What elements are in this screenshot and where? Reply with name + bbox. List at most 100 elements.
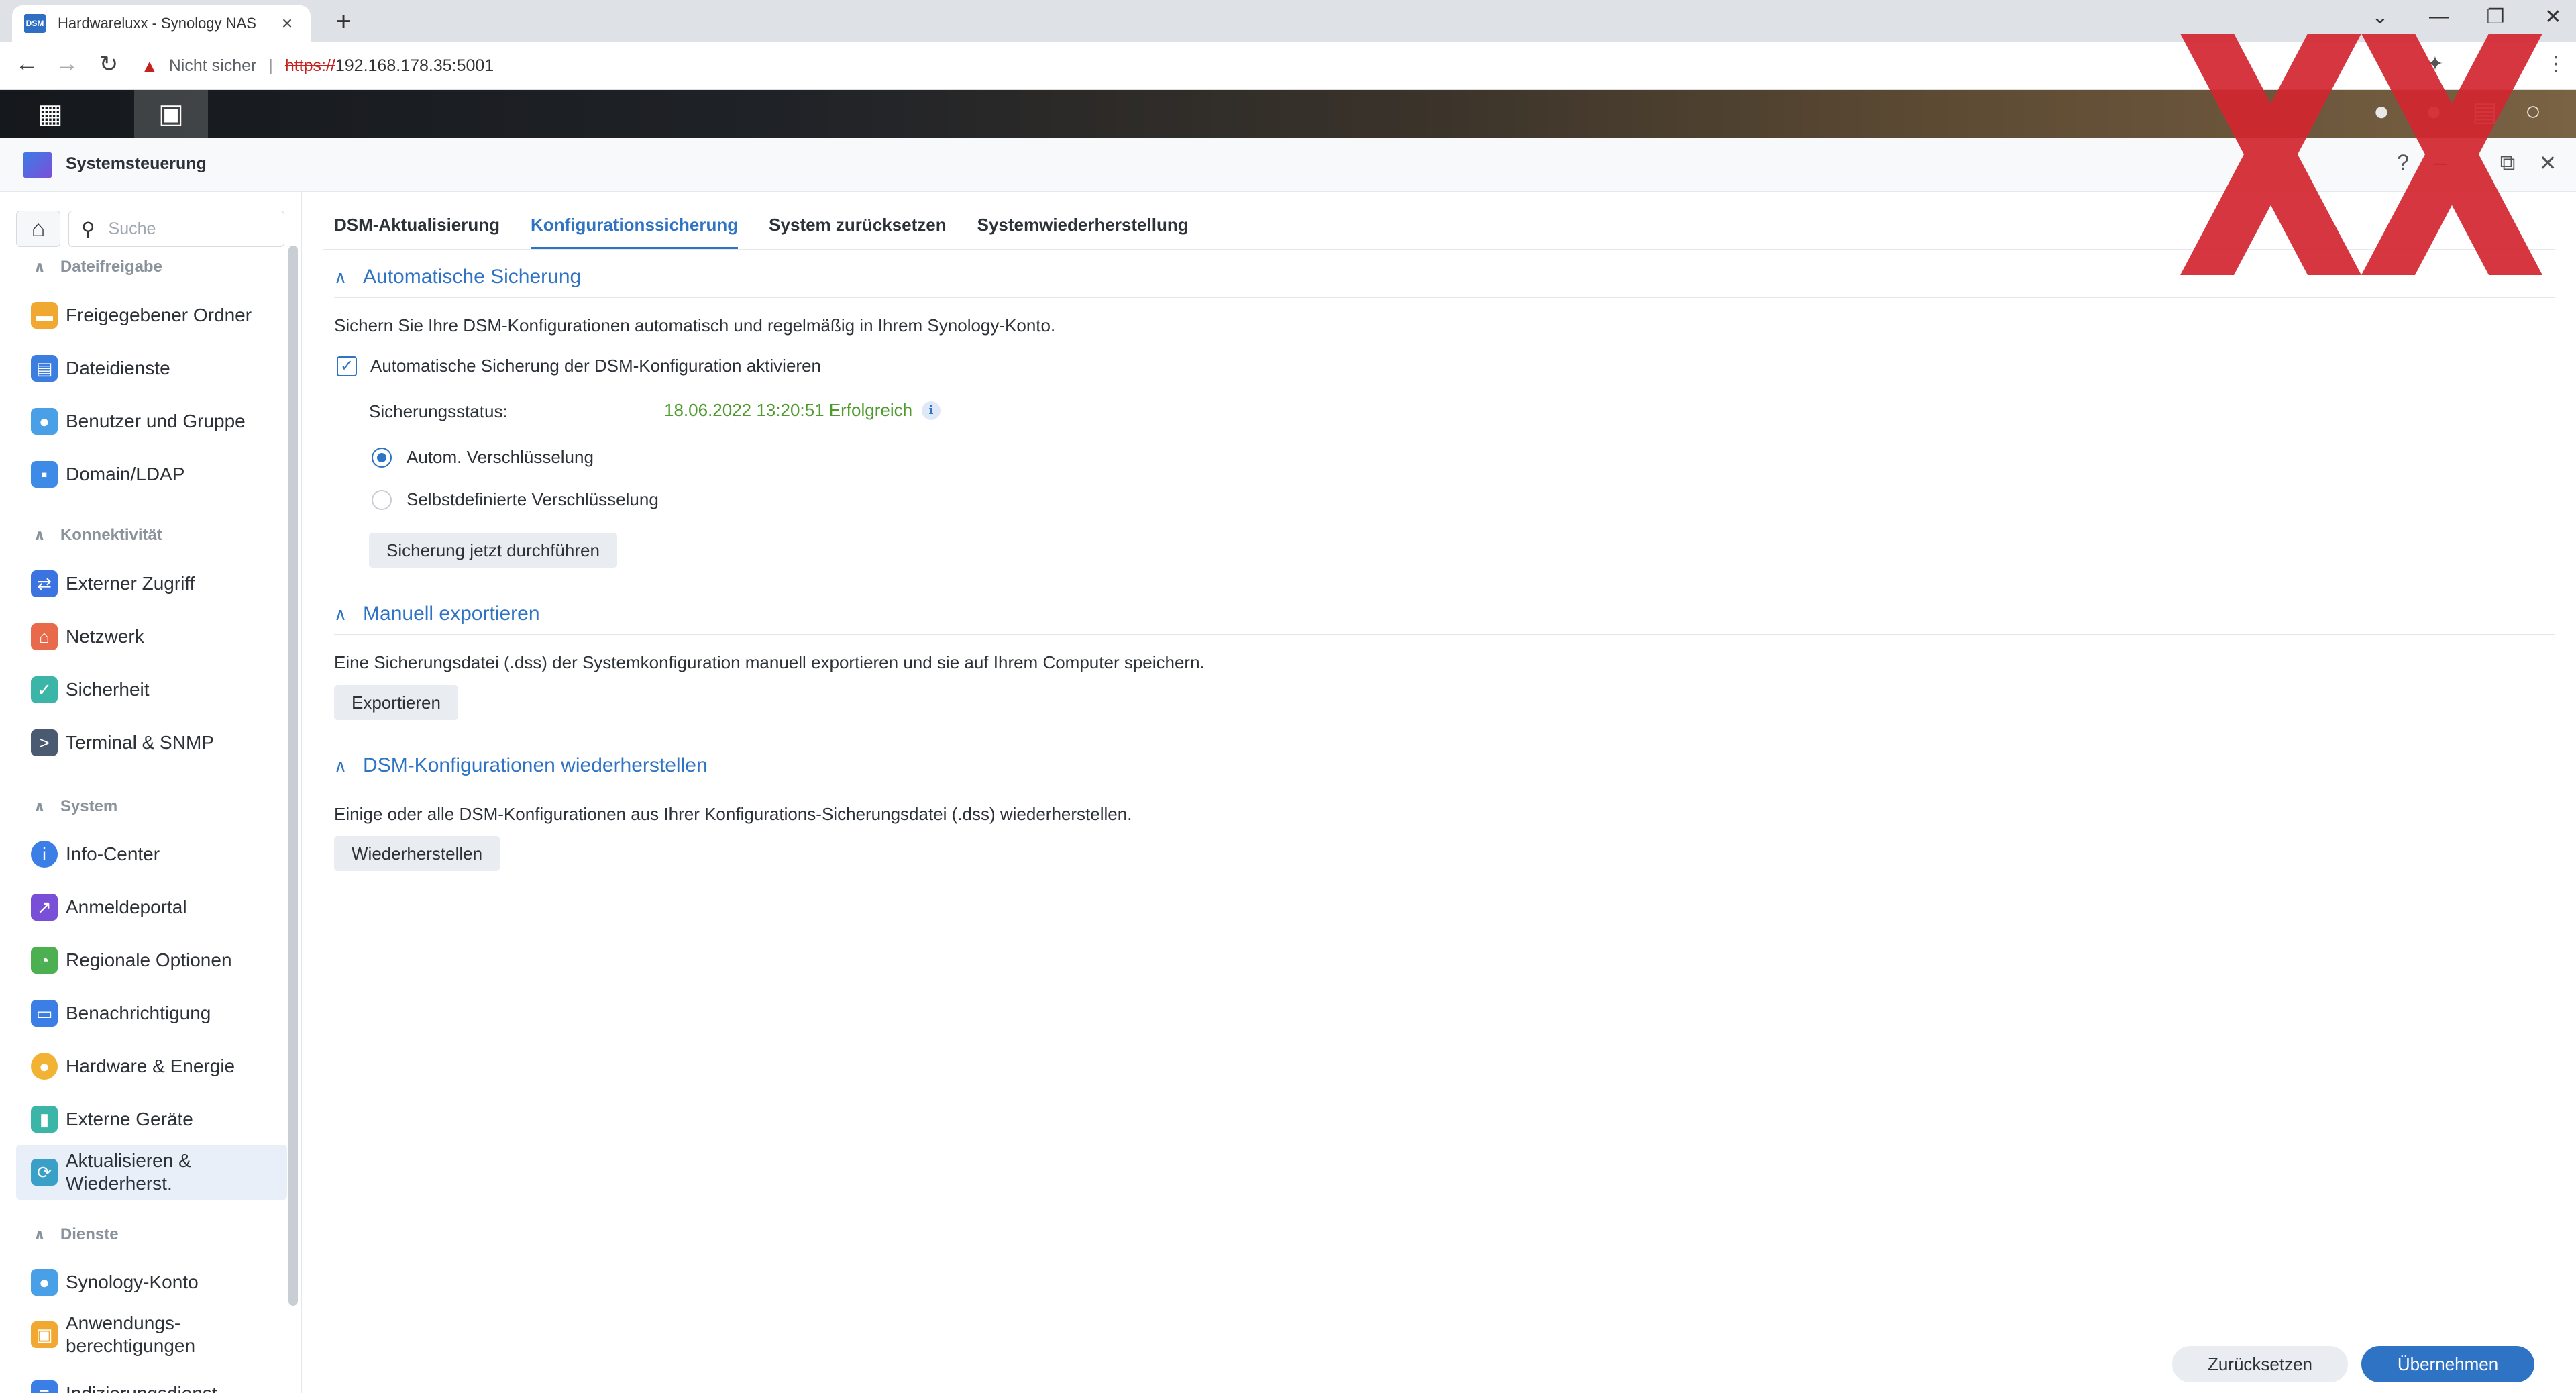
auto-backup-checkbox[interactable]: ✓ (337, 356, 357, 376)
chevron-up-icon: ∧ (34, 258, 46, 275)
section-title: Automatische Sicherung (363, 266, 582, 288)
shield-icon: ✓ (31, 676, 58, 703)
close-app-icon[interactable]: ✕ (2533, 150, 2563, 176)
sidebar-item-netzwerk[interactable]: ⌂ Netzwerk (16, 611, 287, 663)
restore-button[interactable]: Wiederherstellen (334, 836, 500, 871)
terminal-icon: > (31, 729, 58, 756)
sidebar-item-synology-konto[interactable]: ● Synology-Konto (16, 1256, 287, 1308)
tab-bar: DSM-Aktualisierung Konfigurationssicheru… (334, 209, 1220, 250)
sidebar-item-anmeldeportal[interactable]: ↗ Anmeldeportal (16, 881, 287, 933)
tab-konfigurationssicherung[interactable]: Konfigurationssicherung (531, 209, 739, 250)
minimize-window-icon[interactable]: – (2426, 150, 2455, 175)
url-field[interactable]: ▲ Nicht sicher | https:// 192.168.178.35… (141, 50, 2536, 82)
browser-tabstrip: DSM Hardwareluxx - Synology NAS × + ⌄ — … (0, 0, 2576, 42)
backup-status-label: Sicherungsstatus: (369, 401, 508, 421)
control-panel-taskbar-icon[interactable]: ▣ (134, 90, 208, 138)
radio-button-unchecked[interactable] (372, 489, 392, 510)
sidebar-item-info-center[interactable]: i Info-Center (16, 828, 287, 880)
export-button[interactable]: Exportieren (334, 685, 458, 720)
sidebar-item-externe-geraete[interactable]: ▮ Externe Geräte (16, 1093, 287, 1145)
sidebar-item-terminal[interactable]: > Terminal & SNMP (16, 717, 287, 769)
reset-button[interactable]: Zurücksetzen (2172, 1346, 2348, 1382)
browser-menu-icon[interactable]: ⋮ (2542, 52, 2569, 76)
home-icon[interactable]: ⌂ (16, 211, 60, 247)
chevron-up-icon: ∧ (34, 1226, 46, 1243)
chevron-up-icon: ∧ (334, 603, 347, 624)
widgets-icon[interactable]: ▤ (2465, 97, 2505, 127)
external-access-icon: ⇄ (31, 570, 58, 597)
chat-icon[interactable]: ● (2361, 97, 2402, 127)
backup-now-button[interactable]: Sicherung jetzt durchführen (369, 533, 617, 568)
new-tab-button[interactable]: + (330, 7, 357, 37)
sidebar-item-benutzer[interactable]: ● Benutzer und Gruppe (16, 395, 287, 448)
group-system[interactable]: ∧ System (34, 797, 117, 816)
address-bar: ← → ↻ ▲ Nicht sicher | https:// 192.168.… (0, 42, 2576, 90)
tab-system-zuruecksetzen[interactable]: System zurücksetzen (769, 209, 946, 250)
radio-auto-encryption[interactable]: Autom. Verschlüsselung (372, 447, 594, 468)
chevron-up-icon: ∧ (334, 755, 347, 776)
forward-icon[interactable]: → (52, 51, 82, 77)
section-restore-header[interactable]: ∧ DSM-Konfigurationen wiederherstellen (334, 754, 708, 777)
external-device-icon: ▮ (31, 1106, 58, 1133)
radio-custom-encryption[interactable]: Selbstdefinierte Verschlüsselung (372, 489, 659, 510)
close-window-icon[interactable]: ✕ (2540, 5, 2567, 29)
browser-tab[interactable]: DSM Hardwareluxx - Synology NAS × (12, 5, 311, 42)
restore-window-icon[interactable]: ❐ (2482, 5, 2509, 29)
back-icon[interactable]: ← (12, 51, 42, 77)
group-dienste[interactable]: ∧ Dienste (34, 1225, 119, 1244)
section-manual-export-header[interactable]: ∧ Manuell exportieren (334, 603, 540, 625)
tab-systemwiederherstellung[interactable]: Systemwiederherstellung (977, 209, 1189, 250)
search-magnifier-icon: ⚲ (81, 218, 95, 240)
update-icon: ⟳ (31, 1159, 58, 1186)
sidebar-item-benachrichtigung[interactable]: ▭ Benachrichtigung (16, 987, 287, 1039)
minimize-icon[interactable]: — (2426, 5, 2453, 28)
file-services-icon: ▤ (31, 355, 58, 382)
search-icon[interactable]: ○ (2513, 97, 2553, 127)
dsm-taskbar: ▦ ▣ ● ● ▤ ○ (0, 90, 2576, 138)
sidebar-item-externer-zugriff[interactable]: ⇄ Externer Zugriff (16, 558, 287, 610)
account-icon: ● (31, 1269, 58, 1296)
tab-dsm-aktualisierung[interactable]: DSM-Aktualisierung (334, 209, 500, 250)
help-icon[interactable]: ? (2388, 150, 2418, 175)
control-panel-icon (23, 152, 52, 178)
apply-button[interactable]: Übernehmen (2361, 1346, 2534, 1382)
sidebar-scrollbar[interactable] (288, 246, 298, 1306)
url-host: 192.168.178.35:5001 (335, 56, 494, 75)
maximize-window-icon[interactable]: ⧉ (2493, 150, 2522, 176)
index-icon: ≡ (31, 1380, 58, 1393)
reload-icon[interactable]: ↻ (94, 51, 123, 78)
domain-icon: ▪ (31, 461, 58, 488)
user-icon[interactable]: ● (2414, 97, 2454, 127)
section-auto-backup-header[interactable]: ∧ Automatische Sicherung (334, 266, 581, 289)
manual-export-description: Eine Sicherungsdatei (.dss) der Systemko… (334, 652, 1205, 672)
sidebar-item-aktualisieren[interactable]: ⟳ Aktualisieren & Wiederherst. (16, 1145, 287, 1200)
main-menu-icon[interactable]: ▦ (13, 90, 87, 138)
sidebar-item-indizierungsdienst[interactable]: ≡Indizierungsdienst (16, 1368, 287, 1393)
sidebar-item-regionale-optionen[interactable]: ◔ Regionale Optionen (16, 934, 287, 986)
tab-divider (323, 249, 2555, 250)
close-tab-icon[interactable]: × (276, 13, 299, 34)
sidebar-item-sicherheit[interactable]: ✓ Sicherheit (16, 664, 287, 716)
tab-search-icon[interactable]: ⌄ (2367, 5, 2394, 29)
info-icon[interactable]: i (922, 401, 941, 420)
extensions-icon[interactable]: ✦ (2422, 52, 2449, 76)
window-title: Systemsteuerung (66, 154, 207, 173)
chevron-up-icon: ∧ (334, 266, 347, 287)
url-scheme: https:// (284, 56, 335, 75)
sidebar-item-freigegebener-ordner[interactable]: ▬ Freigegebener Ordner (16, 289, 287, 342)
sidebar-item-anwendungsberechtigungen[interactable]: ▣ Anwendungs-berechtigungen (16, 1307, 287, 1362)
warning-icon: ▲ (141, 55, 158, 76)
section-divider (334, 634, 2555, 635)
radio-button-checked[interactable] (372, 447, 392, 468)
search-input[interactable]: ⚲ Suche (68, 211, 284, 247)
sidebar-item-hardware[interactable]: ● Hardware & Energie (16, 1040, 287, 1092)
auto-backup-checkbox-row[interactable]: ✓ Automatische Sicherung der DSM-Konfigu… (337, 356, 821, 376)
group-dateifreigabe[interactable]: ∧ Dateifreigabe (34, 258, 162, 276)
sidebar: ⌂ ⚲ Suche ∧ Dateifreigabe ▬ Freigegebener … (0, 192, 302, 1393)
group-konnektivitaet[interactable]: ∧ Konnektivität (34, 526, 162, 545)
insecure-label[interactable]: Nicht sicher (169, 56, 257, 76)
sidebar-item-dateidienste[interactable]: ▤ Dateidienste (16, 342, 287, 395)
dsm-favicon-icon: DSM (24, 14, 46, 33)
network-icon: ⌂ (31, 623, 58, 650)
sidebar-item-domain[interactable]: ▪ Domain/LDAP (16, 448, 287, 501)
